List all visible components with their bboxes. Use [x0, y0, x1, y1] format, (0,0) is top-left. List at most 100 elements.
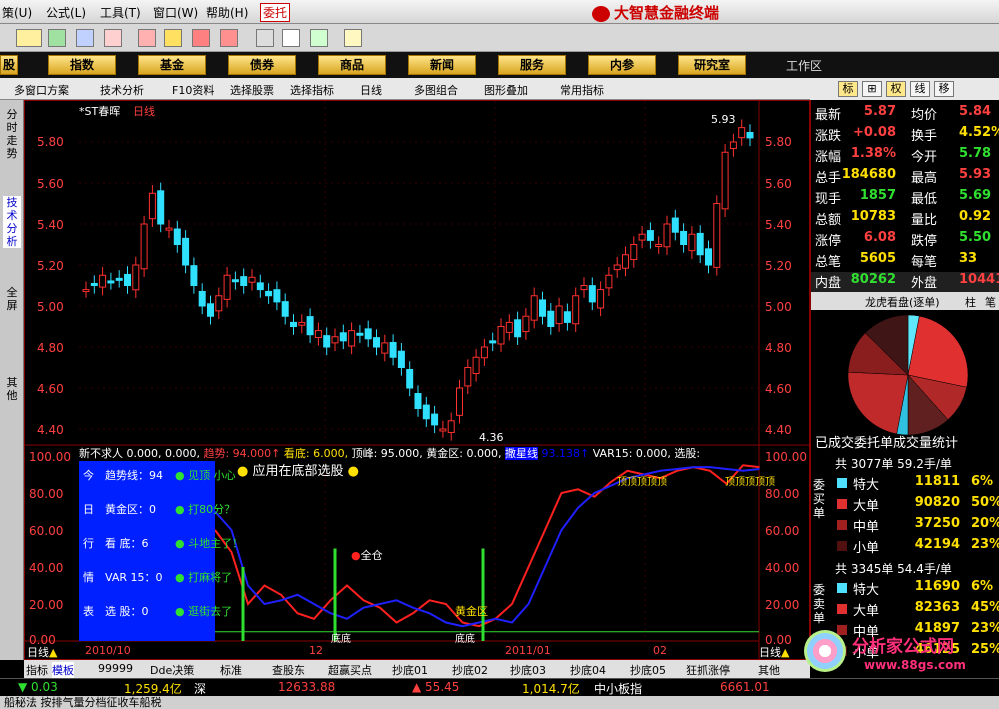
quote-label: 内盘 [815, 276, 842, 291]
toolbar-info-icon[interactable] [138, 29, 156, 47]
candle-body [464, 367, 472, 387]
btab-other[interactable]: 其他 [758, 662, 780, 678]
multi-chart-button[interactable]: 多图组合 [414, 82, 458, 98]
quote-row: 总手 184680 最高 5.93 [811, 167, 999, 188]
quote-row: 涨跌 +0.08 换手 4.52% [811, 125, 999, 146]
candle-body [323, 335, 331, 348]
news-ticker[interactable]: 船秘法 按排气量分档征收车船税 [0, 696, 999, 709]
tab-other[interactable]: 其他 [3, 376, 21, 402]
nav-commodity[interactable]: 商品 [318, 55, 386, 75]
f10-button[interactable]: F10资料 [172, 82, 214, 98]
order-volume: 11811 [914, 474, 960, 489]
kline-chart[interactable]: *ST春晖 日线 5.80 5.60 5.40 5.20 5.00 4.80 4… [24, 100, 811, 661]
btab-indicator[interactable]: 指标 [26, 662, 48, 678]
btab-bottom04[interactable]: 抄底04 [570, 662, 606, 678]
quote-value: 80262 [850, 272, 896, 287]
toolbar-diamond-icon[interactable] [164, 29, 182, 47]
tab-mark[interactable]: 标 [838, 81, 858, 97]
candle-body [729, 141, 737, 150]
toolbar-flag-icon[interactable] [16, 29, 42, 47]
menu-formula[interactable]: 公式(L) [46, 4, 86, 21]
quote-label: 涨跌 [815, 129, 842, 144]
overlay-button[interactable]: 图形叠加 [484, 82, 528, 98]
btab-bottom05[interactable]: 抄底05 [630, 662, 666, 678]
btab-shareholder[interactable]: 查股东 [272, 662, 305, 678]
date-label: 12 [309, 644, 323, 657]
toolbar-news-icon[interactable] [220, 29, 238, 47]
price-tick-left: 5.40 [37, 218, 64, 232]
nav-service[interactable]: 服务 [498, 55, 566, 75]
legend-swatch [837, 499, 847, 509]
btab-dde[interactable]: Dde决策 [150, 662, 194, 678]
toolbar-books-icon[interactable] [310, 29, 328, 47]
candle-body [439, 428, 447, 432]
candle-body [290, 321, 297, 327]
btab-template[interactable]: 模板 [52, 662, 74, 678]
toolbar-f10-icon[interactable] [192, 29, 210, 47]
price-tick: 5.40 [765, 218, 792, 232]
toolbar-binoculars-icon[interactable] [76, 29, 94, 47]
btab-limit-up[interactable]: 狂抓涨停 [686, 662, 730, 678]
sme-index: 6661.01 [720, 680, 770, 694]
nav-research[interactable]: 研究室 [678, 55, 746, 75]
tech-analysis-button[interactable]: 技术分析 [100, 82, 144, 98]
nav-insider[interactable]: 内参 [588, 55, 656, 75]
btab-bottom03[interactable]: 抄底03 [510, 662, 546, 678]
tab-trade[interactable]: 笔 [985, 294, 996, 310]
tab-dragon-tiger[interactable]: 龙虎看盘(逐单) [865, 294, 940, 310]
nav-fund[interactable]: 基金 [138, 55, 206, 75]
toolbar-help-icon[interactable] [344, 29, 362, 47]
nav-bond[interactable]: 债券 [228, 55, 296, 75]
nav-news[interactable]: 新闻 [408, 55, 476, 75]
tab-grid[interactable]: ⊞ [862, 81, 882, 97]
candle-body [90, 283, 98, 287]
nav-stock[interactable]: 股 [0, 55, 18, 75]
quote-value: 1.38% [850, 146, 896, 161]
toolbar-print-icon[interactable] [256, 29, 274, 47]
select-stock-button[interactable]: 选择股票 [230, 82, 274, 98]
period-button[interactable]: 日线 [360, 82, 382, 98]
btab-buy-point[interactable]: 超赢买点 [328, 662, 372, 678]
signal-top: 顶顶顶顶顶 [725, 477, 775, 488]
quote-label: 总手 [815, 171, 842, 186]
candle-body [231, 279, 239, 283]
nav-index[interactable]: 指数 [48, 55, 116, 75]
right-tabs: 标 ⊞ 权 线 移 [810, 78, 999, 100]
select-indicator-button[interactable]: 选择指标 [290, 82, 334, 98]
tab-bar[interactable]: 柱 [965, 294, 976, 310]
order-type: 大单 [853, 604, 880, 619]
btab-99999[interactable]: 99999 [98, 662, 133, 675]
candle-body [256, 282, 264, 291]
tab-line[interactable]: 线 [910, 81, 930, 97]
tab-technical[interactable]: 技术分析 [3, 196, 21, 248]
tab-intraday[interactable]: 分时走势 [3, 108, 21, 160]
price-tick-left: 5.00 [37, 300, 64, 314]
toolbar-bars-icon[interactable] [48, 29, 66, 47]
tab-rights[interactable]: 权 [886, 81, 906, 97]
btab-bottom01[interactable]: 抄底01 [392, 662, 428, 678]
signal-full-position: ●全仓 [351, 549, 383, 562]
menu-policy[interactable]: 策(U) [2, 4, 32, 21]
tab-move[interactable]: 移 [934, 81, 954, 97]
entrust-button[interactable]: 委托 [260, 3, 291, 22]
toolbar-people-icon[interactable] [104, 29, 122, 47]
order-volume: 37250 [914, 516, 960, 531]
ind-tick: 60.00 [765, 524, 800, 538]
quote-row: 现手 1857 最低 5.69 [811, 188, 999, 209]
multi-window-button[interactable]: 多窗口方案 [14, 82, 69, 98]
quote-label: 最低 [911, 192, 938, 207]
common-indicator-button[interactable]: 常用指标 [560, 82, 604, 98]
menu-tools[interactable]: 工具(T) [100, 4, 141, 21]
btab-standard[interactable]: 标准 [220, 662, 242, 678]
workspace-label[interactable]: 工作区 [786, 57, 822, 74]
quote-label: 换手 [911, 129, 938, 144]
price-tick-left: 5.20 [37, 259, 64, 273]
period-label: 日线 [133, 105, 155, 118]
btab-bottom02[interactable]: 抄底02 [452, 662, 488, 678]
menu-help[interactable]: 帮助(H) [206, 4, 248, 21]
candle-body [165, 227, 173, 231]
tab-fullscreen[interactable]: 全屏 [3, 286, 21, 312]
menu-window[interactable]: 窗口(W) [153, 4, 198, 21]
toolbar-window-icon[interactable] [282, 29, 300, 47]
quote-value: 5.78 [959, 146, 992, 161]
